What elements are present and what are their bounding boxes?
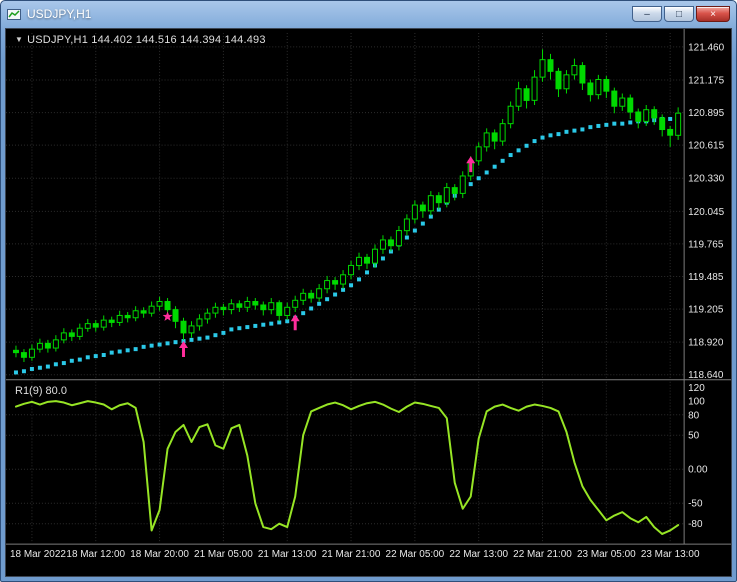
title-bar[interactable]: USDJPY,H1 – □ × (1, 1, 736, 27)
chart-window-icon (7, 8, 21, 20)
time-tick-label: 23 Mar 05:00 (577, 549, 636, 560)
symbol-dropdown-icon[interactable]: ▼ (15, 35, 23, 44)
indicator-tick-label: 0.00 (688, 465, 708, 476)
price-tick-label: 121.175 (688, 76, 724, 87)
time-tick-label: 18 Mar 20:00 (130, 549, 189, 560)
time-tick-label: 21 Mar 13:00 (258, 549, 317, 560)
time-tick-label: 18 Mar 2022 (10, 549, 66, 560)
price-tick-label: 118.640 (688, 370, 724, 381)
indicator-tick-label: -50 (688, 499, 703, 510)
time-tick-label: 21 Mar 05:00 (194, 549, 253, 560)
price-tick-label: 119.485 (688, 272, 724, 283)
price-tick-label: 119.765 (688, 239, 724, 250)
chart-background (6, 29, 731, 576)
indicator-tick-label: 120 (688, 383, 705, 394)
chart-area[interactable]: 121.460 121.175 120.895 120.615 120.330 120.0… (5, 28, 732, 577)
time-tick-label: 21 Mar 21:00 (322, 549, 381, 560)
price-tick-label: 120.615 (688, 141, 724, 152)
time-tick-label: 23 Mar 13:00 (641, 549, 700, 560)
price-tick-label: 118.920 (688, 338, 724, 349)
price-tick-label: 119.205 (688, 305, 724, 316)
indicator-tick-label: -80 (688, 519, 703, 530)
time-tick-label: 22 Mar 05:00 (386, 549, 445, 560)
time-tick-label: 22 Mar 21:00 (513, 549, 572, 560)
price-tick-label: 120.330 (688, 174, 724, 185)
symbol-ohlc-label[interactable]: ▼ USDJPY,H1 144.402 144.516 144.394 144.4… (15, 34, 266, 46)
price-tick-label: 121.460 (688, 42, 724, 53)
close-button[interactable]: × (696, 6, 730, 22)
window-title: USDJPY,H1 (27, 7, 92, 21)
price-tick-label: 120.045 (688, 207, 724, 218)
time-tick-label: 22 Mar 13:00 (449, 549, 508, 560)
window-controls: – □ × (630, 6, 730, 22)
indicator-tick-label: 80 (688, 410, 700, 421)
price-chart-svg[interactable]: 121.460 121.175 120.895 120.615 120.330 120.0… (6, 29, 731, 576)
application-window: USDJPY,H1 – □ × 121.460 121.175 120.895 120… (0, 0, 737, 582)
price-tick-label: 120.895 (688, 108, 724, 119)
indicator-tick-label: 50 (688, 431, 700, 442)
symbol-ohlc-text: USDJPY,H1 144.402 144.516 144.394 144.49… (27, 34, 266, 46)
time-tick-label: 18 Mar 12:00 (66, 549, 125, 560)
minimize-button[interactable]: – (632, 6, 662, 22)
indicator-label: R1(9) 80.0 (15, 385, 67, 397)
maximize-button[interactable]: □ (664, 6, 694, 22)
indicator-tick-label: 100 (688, 397, 705, 408)
